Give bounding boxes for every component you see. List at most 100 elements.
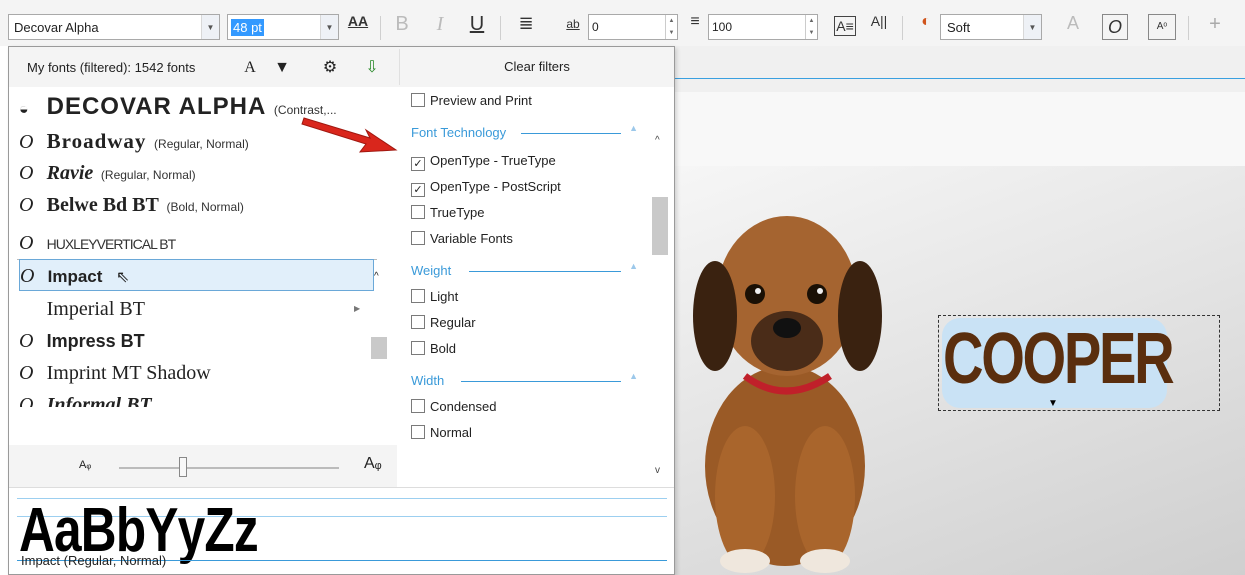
collapse-icon[interactable]: ▲ — [629, 261, 638, 271]
style-combobox[interactable]: Soft ▼ — [940, 14, 1042, 40]
checkbox[interactable] — [411, 289, 425, 303]
filter-opentype-truetype[interactable]: ✓ OpenType - TrueType — [411, 153, 556, 171]
case-icon[interactable]: A|| — [868, 13, 890, 41]
preview-font-name: Impact (Regular, Normal) — [21, 553, 167, 568]
slider-thumb[interactable] — [179, 457, 187, 477]
italic-o-icon[interactable]: O — [1102, 14, 1128, 40]
cooper-artistic-text[interactable]: COOPER — [943, 316, 1175, 402]
checkbox[interactable] — [411, 231, 425, 245]
italic-icon[interactable]: I — [430, 13, 450, 41]
scroll-up-icon[interactable]: ^ — [374, 271, 379, 282]
filter-scroll-thumb[interactable] — [652, 197, 668, 255]
preview-size-slider[interactable] — [119, 467, 339, 469]
font-list-scroll-thumb[interactable] — [371, 337, 387, 359]
filter-label: Condensed — [430, 399, 497, 414]
drawing-canvas[interactable]: COOPER ▼ — [675, 46, 1245, 575]
chevron-right-icon[interactable]: ▶ — [354, 293, 360, 325]
checkbox[interactable] — [411, 425, 425, 439]
font-item-ravie[interactable]: O Ravie (Regular, Normal) — [19, 157, 374, 189]
font-item-name: HUXLEYVERTICAL BT — [46, 236, 176, 252]
font-name-value: Decovar Alpha — [14, 20, 99, 35]
font-item-name: Imprint MT Shadow — [46, 362, 211, 384]
font-item-impress[interactable]: O Impress BT — [19, 325, 374, 357]
section-rule — [461, 381, 621, 382]
filter-truetype[interactable]: TrueType — [411, 205, 484, 220]
filter-opentype-postscript[interactable]: ✓ OpenType - PostScript — [411, 179, 561, 197]
spinner-arrows-icon[interactable]: ▲ ▼ — [665, 15, 677, 39]
align-icon[interactable]: ≣ — [515, 13, 537, 41]
collapse-icon[interactable]: ▲ — [629, 123, 638, 133]
checkbox[interactable] — [411, 93, 425, 107]
chevron-down-icon[interactable]: ▼ — [320, 15, 338, 39]
bold-icon[interactable]: B — [392, 13, 412, 41]
char-spacing-spinner[interactable]: 0 ▲ ▼ — [588, 14, 678, 40]
filter-label: Bold — [430, 341, 457, 356]
chevron-down-icon[interactable]: ▼ — [201, 15, 219, 39]
font-item-belwe[interactable]: O Belwe Bd BT (Bold, Normal) — [19, 189, 374, 221]
collapse-icon[interactable]: ▲ — [629, 371, 638, 381]
checkbox[interactable] — [411, 399, 425, 413]
filter-regular[interactable]: Regular — [411, 315, 476, 330]
filter-variable-fonts[interactable]: Variable Fonts — [411, 231, 513, 246]
install-font-icon[interactable]: ⇩ — [359, 55, 385, 81]
scroll-down-icon[interactable]: v — [655, 465, 660, 476]
filter-preview-print[interactable]: Preview and Print — [411, 93, 532, 108]
opentype-icon: O — [19, 162, 34, 184]
line-spacing-spinner[interactable]: 100 ▲ ▼ — [708, 14, 818, 40]
divider — [500, 16, 501, 40]
font-size-combobox[interactable]: 48 pt ▼ — [227, 14, 339, 40]
filter-icon[interactable]: ▼ — [269, 55, 295, 81]
columns-icon[interactable]: A≡ — [834, 16, 856, 36]
filter-condensed[interactable]: Condensed — [411, 399, 497, 414]
opentype-icon: O — [19, 131, 34, 153]
font-item-impact[interactable]: O Impact ⇖ — [19, 259, 374, 291]
font-item-huxley[interactable]: O HUXLEYVERTICAL BT — [19, 227, 374, 259]
checkbox[interactable]: ✓ — [411, 183, 425, 197]
text-handle-icon[interactable]: ▼ — [1048, 398, 1058, 409]
clear-filters-button[interactable]: Clear filters — [399, 49, 674, 85]
filter-normal[interactable]: Normal — [411, 425, 472, 440]
font-item-name: Impress BT — [46, 331, 145, 351]
add-icon[interactable]: + — [1205, 13, 1225, 41]
filter-label: Regular — [430, 315, 476, 330]
opentype-icon: O — [20, 265, 35, 287]
chevron-down-icon[interactable]: ▼ — [1023, 15, 1041, 39]
opentype-icon: O — [19, 330, 34, 352]
checkbox[interactable] — [411, 205, 425, 219]
font-size-value[interactable]: 48 pt — [231, 19, 264, 36]
font-item-imprint[interactable]: O Imprint MT Shadow — [19, 357, 374, 389]
settings-icon[interactable]: ⚙ — [317, 55, 343, 81]
font-item-style: (Bold, Normal) — [166, 200, 244, 214]
section-font-technology[interactable]: Font Technology — [411, 125, 506, 140]
char-spacing-value[interactable]: 0 — [592, 20, 599, 34]
font-name-combobox[interactable]: Decovar Alpha ▼ — [8, 14, 220, 40]
checkbox[interactable]: ✓ — [411, 157, 425, 171]
filter-bold[interactable]: Bold — [411, 341, 456, 356]
section-weight[interactable]: Weight — [411, 263, 451, 278]
font-item-style: (Regular, Normal) — [154, 137, 249, 151]
opentype-icon: O — [19, 194, 34, 216]
font-item-name: Imperial BT — [46, 298, 145, 320]
spinner-arrows-icon[interactable]: ▲ ▼ — [805, 15, 817, 39]
variable-icon[interactable]: ◐ — [916, 13, 936, 41]
font-recognize-icon[interactable]: A — [237, 55, 263, 81]
font-item-imperial[interactable]: Imperial BT ▶ — [19, 293, 374, 325]
font-size-adjust-icon[interactable]: AA — [345, 13, 371, 41]
font-settings-icon[interactable]: Aᵒ — [1148, 14, 1176, 40]
outline-font-icon[interactable]: A — [1062, 13, 1084, 41]
filter-label: TrueType — [430, 205, 485, 220]
char-spacing-icon: ab — [566, 17, 580, 31]
filter-light[interactable]: Light — [411, 289, 458, 304]
checkbox[interactable] — [411, 315, 425, 329]
line-spacing-value[interactable]: 100 — [712, 20, 732, 34]
underline-icon[interactable]: U — [467, 13, 487, 41]
font-item-informal[interactable]: O Informal BT — [19, 389, 374, 407]
font-item-name: Ravie — [46, 162, 94, 184]
checkbox[interactable] — [411, 341, 425, 355]
section-width[interactable]: Width — [411, 373, 444, 388]
filter-label: OpenType - TrueType — [430, 153, 556, 168]
font-item-name: Broadway — [46, 129, 147, 153]
style-value: Soft — [947, 20, 971, 35]
filter-label: Variable Fonts — [430, 231, 513, 246]
scroll-up-icon[interactable]: ^ — [655, 135, 660, 146]
